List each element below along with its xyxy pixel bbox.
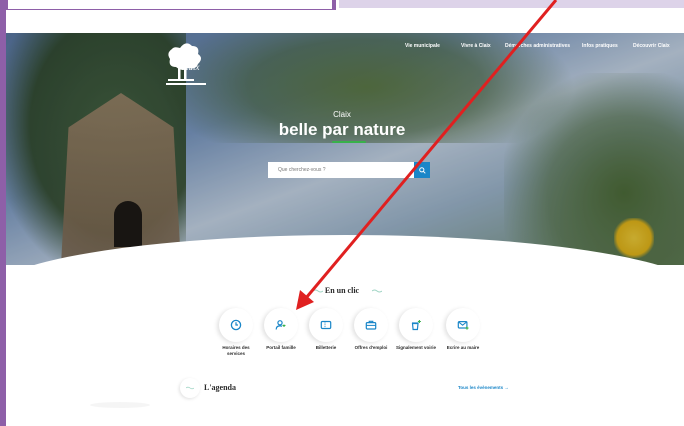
trash-alert-icon bbox=[411, 320, 421, 331]
wave-icon bbox=[186, 386, 194, 390]
hero-subtitle: Claix bbox=[333, 110, 351, 119]
hero-title-underline bbox=[332, 141, 366, 143]
user-heart-icon bbox=[275, 320, 286, 330]
nav-item-infos-pratiques[interactable]: Infos pratiques bbox=[582, 43, 618, 49]
quick-link-portail-famille[interactable]: Portail famille bbox=[261, 308, 301, 351]
search-button[interactable] bbox=[414, 162, 430, 178]
clock-icon bbox=[230, 319, 242, 331]
quick-link-signalement-voirie[interactable]: Signalement voirie bbox=[396, 308, 436, 351]
briefcase-icon bbox=[365, 320, 377, 330]
top-frame-bar-right bbox=[339, 0, 684, 8]
search-icon bbox=[418, 166, 426, 174]
nav-item-demarches[interactable]: Démarches administratives bbox=[505, 43, 570, 49]
hero-title: belle par nature bbox=[278, 120, 406, 139]
all-events-link[interactable]: Tous les évènements → bbox=[458, 385, 509, 390]
quick-link-billetterie[interactable]: Billetterie bbox=[306, 308, 346, 351]
quick-link-ecrire-au-maire[interactable]: Ecrire au maire bbox=[443, 308, 483, 351]
top-frame-bar-left bbox=[0, 0, 336, 10]
search-input[interactable] bbox=[268, 162, 414, 178]
ticket-icon bbox=[320, 320, 332, 330]
quick-link-offres-emploi[interactable]: Offres d'emploi bbox=[351, 308, 391, 351]
hero-banner bbox=[6, 33, 684, 265]
section-title-deco-right bbox=[372, 289, 382, 293]
nav-item-vie-municipale[interactable]: Vie municipale bbox=[405, 43, 440, 49]
quick-links-title: En un clic bbox=[324, 286, 360, 295]
mail-plus-icon bbox=[457, 320, 469, 330]
nav-item-vivre-a-claix[interactable]: Vivre à Claix bbox=[461, 43, 491, 49]
agenda-title: L'agenda bbox=[204, 383, 237, 392]
nav-item-decouvrir-claix[interactable]: Découvrir Claix bbox=[633, 43, 670, 49]
logo-wordmark: Claix bbox=[180, 62, 200, 72]
agenda-deco-circle bbox=[180, 378, 200, 398]
quick-link-horaires[interactable]: Horaires des services bbox=[216, 308, 256, 356]
